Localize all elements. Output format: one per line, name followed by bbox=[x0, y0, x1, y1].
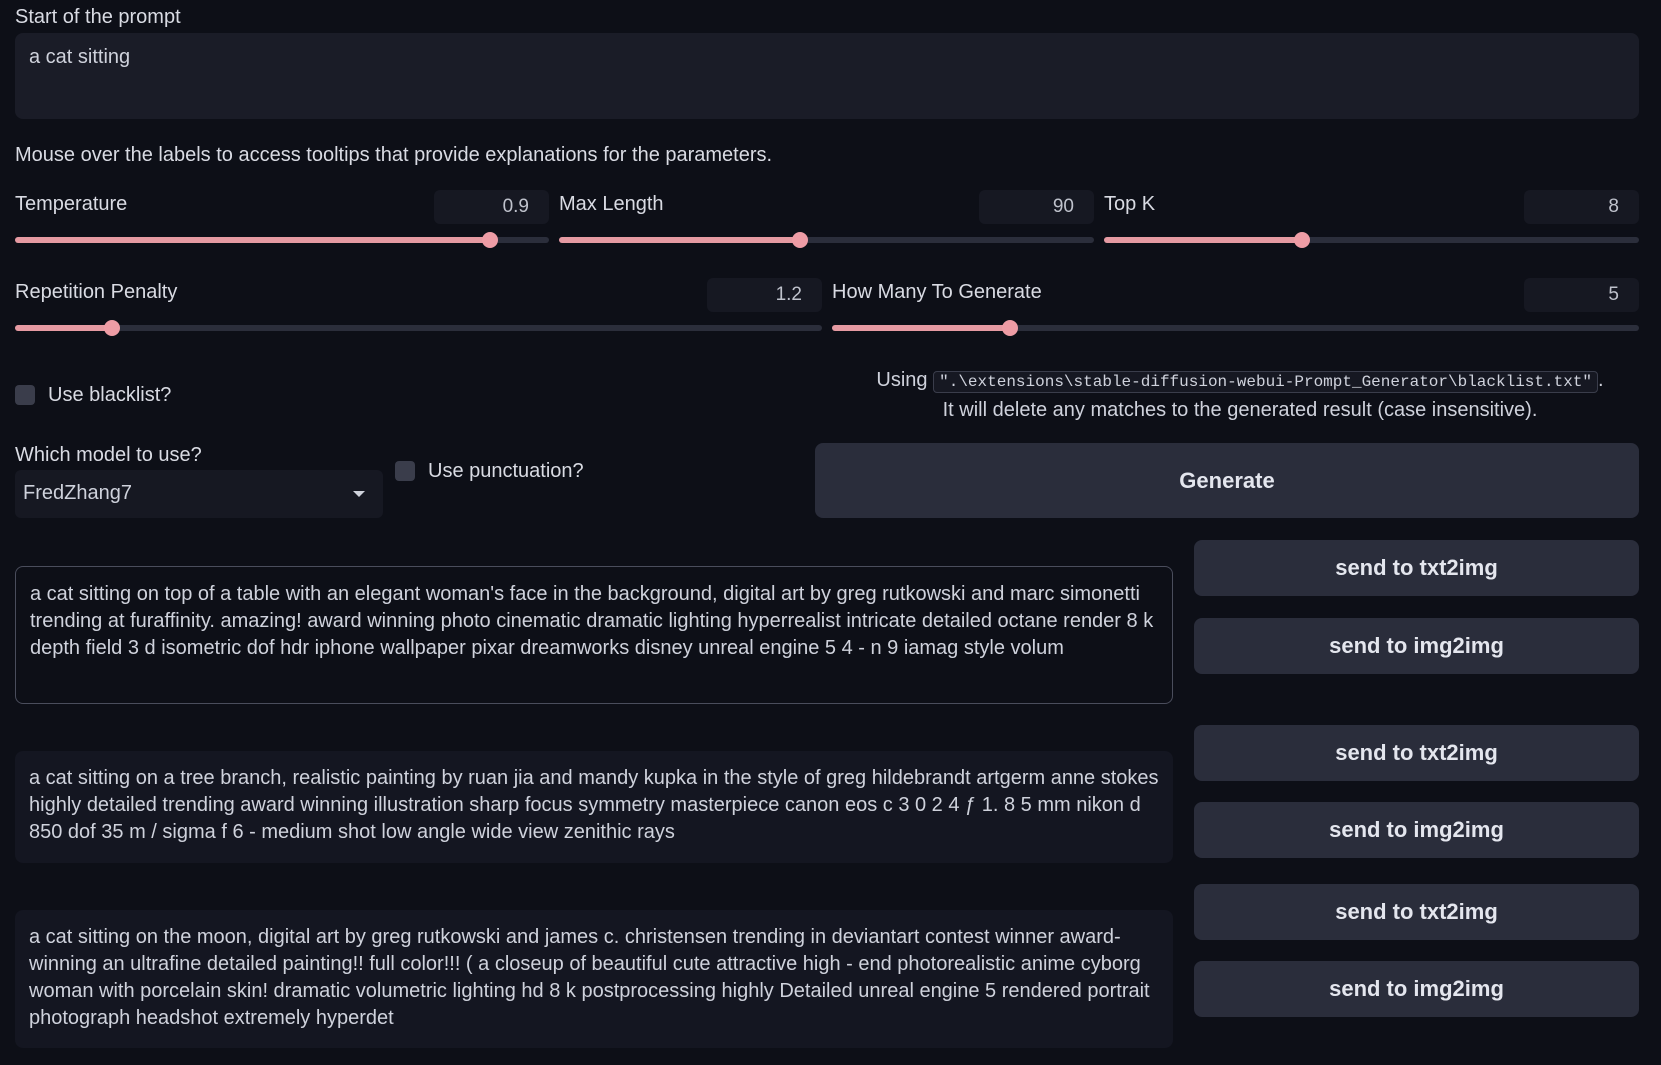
temperature-slider-handle[interactable] bbox=[482, 232, 499, 248]
blacklist-note: It will delete any matches to the genera… bbox=[942, 399, 1538, 421]
temperature-slider-fill bbox=[15, 237, 491, 243]
max-length-slider[interactable] bbox=[559, 232, 1094, 248]
blacklist-path: ".\extensions\stable-diffusion-webui-Pro… bbox=[933, 371, 1599, 393]
max-length-label: Max Length bbox=[559, 193, 664, 215]
send-to-txt2img-button-3[interactable]: send to txt2img bbox=[1194, 884, 1639, 940]
model-select[interactable]: FredZhang7 bbox=[15, 470, 383, 518]
blacklist-label: Use blacklist? bbox=[48, 384, 172, 406]
top-k-slider-fill bbox=[1104, 237, 1302, 243]
how-many-slider-fill bbox=[832, 325, 1010, 331]
how-many-slider[interactable] bbox=[832, 320, 1639, 336]
how-many-label: How Many To Generate bbox=[832, 281, 1042, 303]
blacklist-checkbox[interactable] bbox=[15, 385, 35, 405]
repetition-penalty-slider[interactable] bbox=[15, 320, 822, 336]
result-text-3[interactable]: a cat sitting on the moon, digital art b… bbox=[15, 910, 1173, 1048]
result-text-1[interactable]: a cat sitting on top of a table with an … bbox=[15, 566, 1173, 704]
max-length-slider-handle[interactable] bbox=[791, 232, 808, 248]
punctuation-checkbox[interactable] bbox=[395, 461, 415, 481]
prompt-label: Start of the prompt bbox=[15, 6, 181, 28]
repetition-penalty-slider-handle[interactable] bbox=[103, 320, 120, 336]
blacklist-using-text: Using bbox=[876, 369, 934, 391]
temperature-value[interactable]: 0.9 bbox=[434, 190, 549, 224]
punctuation-label: Use punctuation? bbox=[428, 460, 584, 482]
model-selected-value: FredZhang7 bbox=[23, 482, 132, 504]
chevron-down-icon bbox=[353, 491, 365, 497]
how-many-value[interactable]: 5 bbox=[1524, 278, 1639, 312]
repetition-penalty-slider-fill bbox=[15, 325, 112, 331]
repetition-penalty-value[interactable]: 1.2 bbox=[707, 278, 822, 312]
top-k-value[interactable]: 8 bbox=[1524, 190, 1639, 224]
tooltip-note: Mouse over the labels to access tooltips… bbox=[15, 144, 773, 166]
prompt-input[interactable]: a cat sitting bbox=[15, 33, 1639, 119]
generate-button[interactable]: Generate bbox=[815, 443, 1639, 518]
max-length-value[interactable]: 90 bbox=[979, 190, 1094, 224]
send-to-img2img-button-2[interactable]: send to img2img bbox=[1194, 802, 1639, 858]
send-to-txt2img-button-1[interactable]: send to txt2img bbox=[1194, 540, 1639, 596]
top-k-label: Top K bbox=[1104, 193, 1156, 215]
send-to-txt2img-button-2[interactable]: send to txt2img bbox=[1194, 725, 1639, 781]
top-k-slider-handle[interactable] bbox=[1293, 232, 1310, 248]
temperature-label: Temperature bbox=[15, 193, 128, 215]
blacklist-suffix: . bbox=[1598, 369, 1604, 391]
model-label: Which model to use? bbox=[15, 444, 202, 466]
max-length-slider-fill bbox=[559, 237, 800, 243]
result-text-2[interactable]: a cat sitting on a tree branch, realisti… bbox=[15, 751, 1173, 863]
blacklist-path-line: Using ".\extensions\stable-diffusion-web… bbox=[820, 366, 1660, 396]
send-to-img2img-button-3[interactable]: send to img2img bbox=[1194, 961, 1639, 1017]
blacklist-info: Using ".\extensions\stable-diffusion-web… bbox=[820, 366, 1660, 424]
temperature-slider[interactable] bbox=[15, 232, 549, 248]
how-many-slider-handle[interactable] bbox=[1001, 320, 1018, 336]
top-k-slider[interactable] bbox=[1104, 232, 1639, 248]
repetition-penalty-label: Repetition Penalty bbox=[15, 281, 178, 303]
send-to-img2img-button-1[interactable]: send to img2img bbox=[1194, 618, 1639, 674]
